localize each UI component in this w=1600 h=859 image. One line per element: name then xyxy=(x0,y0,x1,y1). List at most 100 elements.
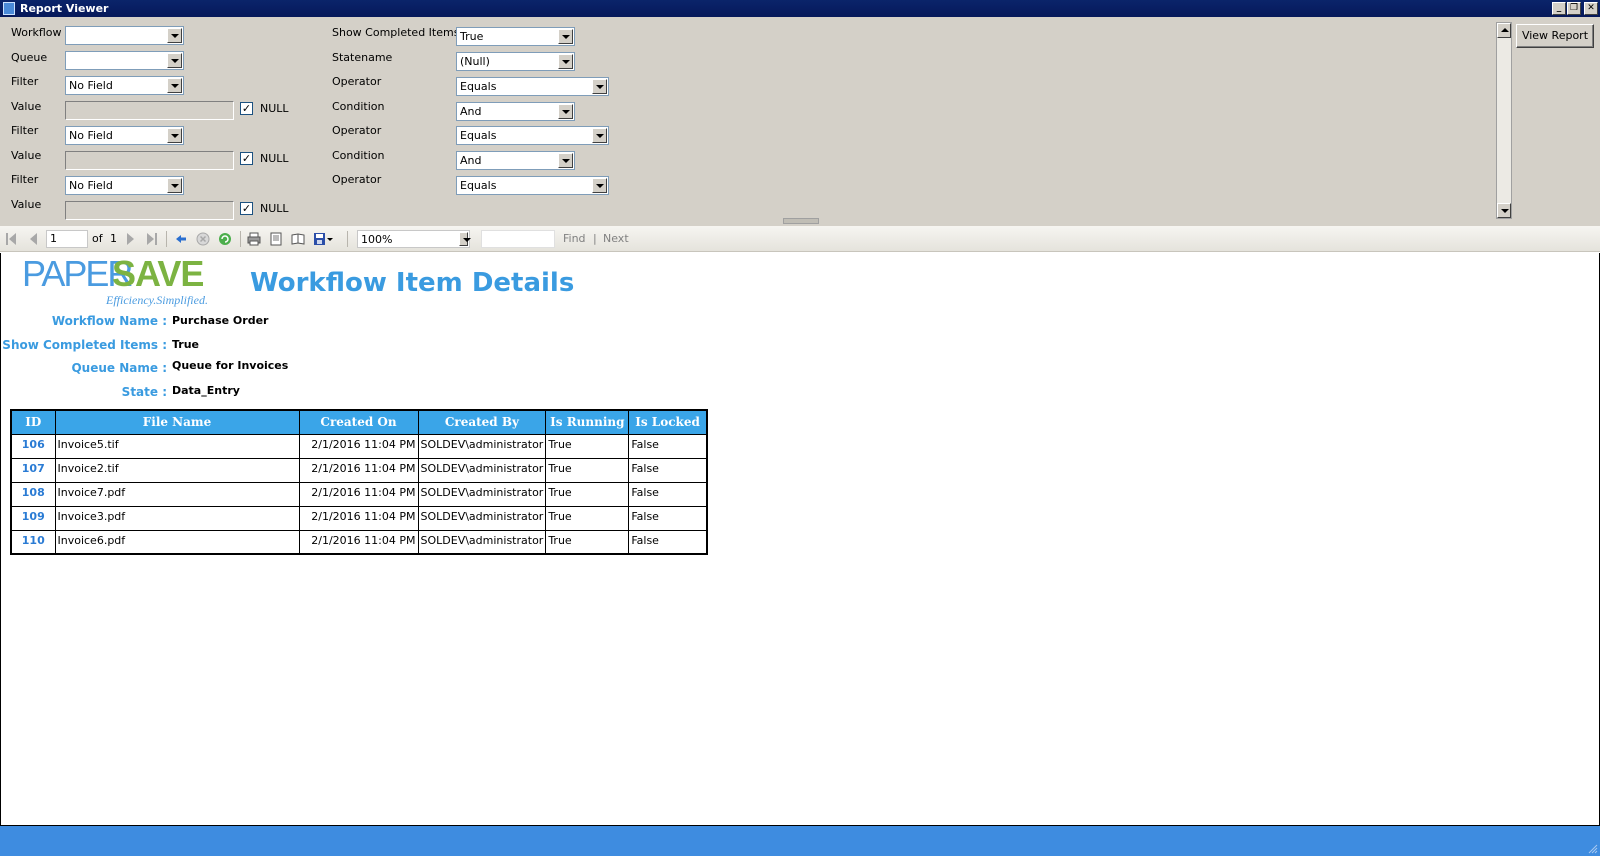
null-3-checkbox[interactable]: ✓ xyxy=(240,202,253,215)
condition-1-select[interactable]: And xyxy=(456,102,575,121)
back-arrow-icon[interactable] xyxy=(174,232,188,246)
show-completed-items-label: Show Completed Items : xyxy=(2,338,167,352)
created-by-cell: SOLDEV\administrator xyxy=(417,457,547,483)
operator-3-value: Equals xyxy=(460,179,497,192)
chevron-down-icon[interactable] xyxy=(558,29,573,44)
print-icon[interactable] xyxy=(247,232,261,246)
operator-2-value: Equals xyxy=(460,129,497,142)
condition-1-value: And xyxy=(460,105,482,118)
parameter-scrollbar[interactable] xyxy=(1496,22,1512,219)
item-id-link[interactable]: 107 xyxy=(10,457,56,483)
refresh-icon[interactable] xyxy=(218,232,232,246)
find-link[interactable]: Find xyxy=(563,232,586,245)
export-save-icon[interactable] xyxy=(313,232,327,246)
scroll-up-icon[interactable] xyxy=(1497,23,1511,38)
statename-select[interactable]: (Null) xyxy=(456,52,575,71)
is-locked-cell: False xyxy=(628,505,708,531)
operator-1-select[interactable]: Equals xyxy=(456,77,609,96)
state-value: Data_Entry xyxy=(172,384,240,397)
next-link[interactable]: Next xyxy=(603,232,629,245)
value-2-label: Value xyxy=(11,149,42,162)
chevron-down-icon[interactable] xyxy=(558,153,573,168)
find-input[interactable] xyxy=(481,230,555,248)
page-number-input[interactable]: 1 xyxy=(46,230,88,248)
toolbar-separator xyxy=(166,231,167,247)
null-1-checkbox[interactable]: ✓ xyxy=(240,102,253,115)
queue-select[interactable] xyxy=(65,51,184,70)
created-on-cell: 2/1/2016 11:04 PM xyxy=(298,505,419,531)
chevron-down-icon[interactable] xyxy=(167,178,182,193)
chevron-down-icon[interactable] xyxy=(558,104,573,119)
operator-3-label: Operator xyxy=(332,173,382,186)
show-completed-select[interactable]: True xyxy=(456,27,575,46)
logo-tagline: Efficiency.Simplified. xyxy=(106,293,208,307)
filter-2-select[interactable]: No Field xyxy=(65,126,184,145)
print-layout-icon[interactable] xyxy=(269,232,283,246)
value-1-label: Value xyxy=(11,100,42,113)
table-header-row: ID File Name Created On Created By Is Ru… xyxy=(10,409,708,435)
zoom-select[interactable]: 100% xyxy=(357,230,471,248)
show-completed-value: True xyxy=(460,30,484,43)
chevron-down-icon[interactable] xyxy=(459,232,471,246)
window-title: Report Viewer xyxy=(20,2,109,15)
first-page-icon[interactable] xyxy=(6,232,20,246)
chevron-down-icon[interactable] xyxy=(558,54,573,69)
is-running-cell: True xyxy=(545,457,630,483)
operator-1-label: Operator xyxy=(332,75,382,88)
export-dropdown-icon[interactable] xyxy=(327,232,335,246)
chevron-down-icon[interactable] xyxy=(167,128,182,143)
chevron-down-icon[interactable] xyxy=(592,128,607,143)
next-page-icon[interactable] xyxy=(124,232,138,246)
created-by-cell: SOLDEV\administrator xyxy=(417,505,547,531)
column-header-created-on: Created On xyxy=(298,409,419,435)
chevron-down-icon[interactable] xyxy=(167,78,182,93)
null-2-checkbox[interactable]: ✓ xyxy=(240,152,253,165)
last-page-icon[interactable] xyxy=(145,232,159,246)
collapse-panel-handle[interactable] xyxy=(783,218,819,224)
condition-2-select[interactable]: And xyxy=(456,151,575,170)
filter-1-select[interactable]: No Field xyxy=(65,76,184,95)
chevron-down-icon[interactable] xyxy=(167,53,182,68)
chevron-down-icon[interactable] xyxy=(167,28,182,43)
column-header-file-name: File Name xyxy=(54,409,300,435)
condition-2-value: And xyxy=(460,154,482,167)
item-id-link[interactable]: 106 xyxy=(10,433,56,459)
filter-3-select[interactable]: No Field xyxy=(65,176,184,195)
scroll-down-icon[interactable] xyxy=(1497,203,1511,218)
stop-icon[interactable] xyxy=(196,232,210,246)
value-3-input[interactable] xyxy=(65,201,234,220)
page-setup-icon[interactable] xyxy=(291,232,305,246)
find-separator: | xyxy=(593,232,597,245)
previous-page-icon[interactable] xyxy=(28,232,42,246)
value-1-input[interactable] xyxy=(65,101,234,120)
created-by-cell: SOLDEV\administrator xyxy=(417,529,547,555)
file-name-cell: Invoice5.tif xyxy=(54,433,300,459)
item-id-link[interactable]: 110 xyxy=(10,529,56,555)
chevron-down-icon[interactable] xyxy=(592,79,607,94)
minimize-icon[interactable]: _ xyxy=(1552,2,1566,15)
operator-2-select[interactable]: Equals xyxy=(456,126,609,145)
view-report-button[interactable]: View Report xyxy=(1516,24,1594,48)
item-id-link[interactable]: 108 xyxy=(10,481,56,507)
column-header-created-by: Created By xyxy=(417,409,547,435)
statename-label: Statename xyxy=(332,51,393,64)
zoom-value: 100% xyxy=(361,233,393,246)
is-running-cell: True xyxy=(545,481,630,507)
condition-2-label: Condition xyxy=(332,149,385,162)
operator-3-select[interactable]: Equals xyxy=(456,176,609,195)
workflow-items-table: ID File Name Created On Created By Is Ru… xyxy=(10,409,708,555)
restore-icon[interactable]: ❐ xyxy=(1567,2,1581,15)
is-locked-cell: False xyxy=(628,457,708,483)
null-3-label: NULL xyxy=(260,202,289,215)
close-icon[interactable]: ✕ xyxy=(1584,2,1598,15)
created-on-cell: 2/1/2016 11:04 PM xyxy=(298,457,419,483)
workflow-select[interactable] xyxy=(65,26,184,45)
status-bar xyxy=(0,826,1600,856)
resize-grip-icon[interactable] xyxy=(1588,844,1598,854)
item-id-link[interactable]: 109 xyxy=(10,505,56,531)
value-2-input[interactable] xyxy=(65,151,234,170)
chevron-down-icon[interactable] xyxy=(592,178,607,193)
created-on-cell: 2/1/2016 11:04 PM xyxy=(298,481,419,507)
queue-name-label: Queue Name : xyxy=(71,361,167,375)
parameter-panel xyxy=(0,17,1600,226)
